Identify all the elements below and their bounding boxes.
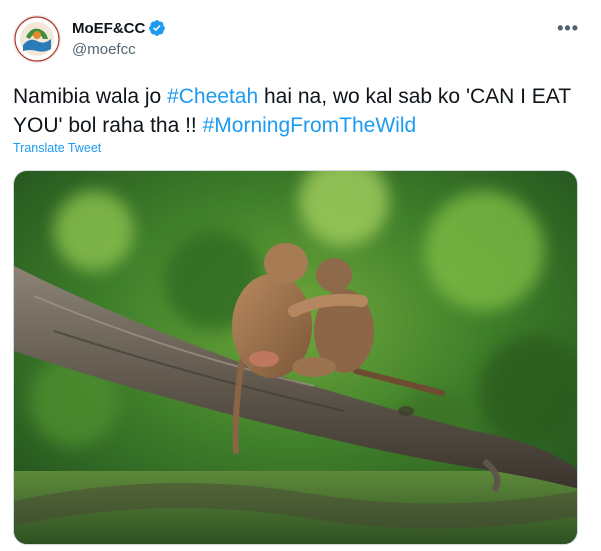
account-avatar[interactable] bbox=[13, 15, 61, 63]
hashtag-morning-from-the-wild[interactable]: #MorningFromTheWild bbox=[203, 114, 417, 137]
ministry-emblem-logo bbox=[14, 16, 60, 62]
verified-badge-icon bbox=[148, 19, 166, 37]
tweet-text-part: Namibia wala jo bbox=[13, 85, 168, 108]
display-name[interactable]: MoEF&CC bbox=[72, 20, 145, 37]
tweet-photo[interactable] bbox=[13, 170, 578, 545]
more-options-icon[interactable]: ••• bbox=[557, 19, 579, 37]
name-row: MoEF&CC bbox=[72, 19, 166, 37]
tweet-card: MoEF&CC @moefcc ••• Namibia wala jo #Che… bbox=[0, 0, 601, 551]
tweet-text: Namibia wala jo #Cheetah hai na, wo kal … bbox=[13, 82, 588, 140]
translate-tweet-link[interactable]: Translate Tweet bbox=[13, 141, 101, 155]
account-handle[interactable]: @moefcc bbox=[72, 41, 136, 58]
hashtag-cheetah[interactable]: #Cheetah bbox=[167, 85, 258, 108]
two-monkeys-hugging-on-branch-photo bbox=[14, 171, 577, 544]
